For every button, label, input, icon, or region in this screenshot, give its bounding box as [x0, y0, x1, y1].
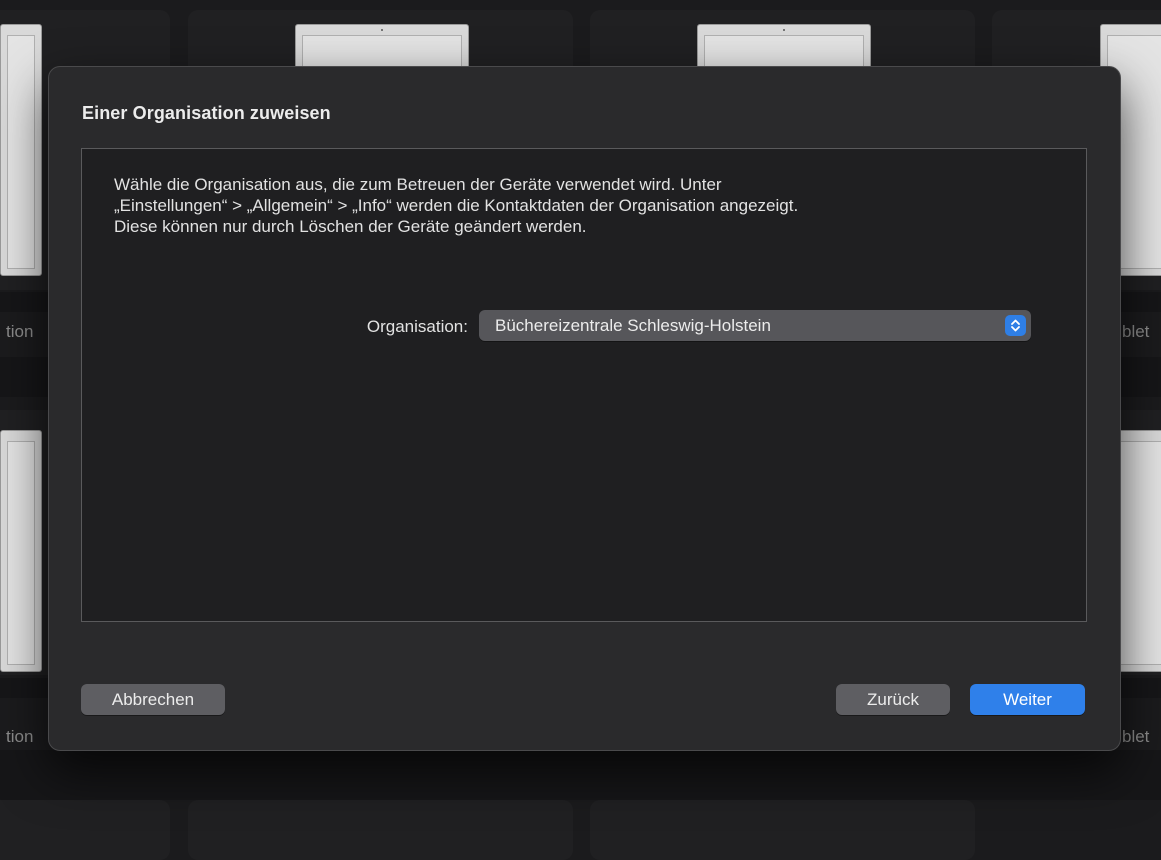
description-line: Diese können nur durch Löschen der Gerät…	[114, 217, 587, 236]
organisation-label: Organisation:	[366, 317, 468, 336]
dialog-description: Wähle die Organisation aus, die zum Betr…	[114, 174, 1074, 237]
bg-device-card	[590, 800, 975, 860]
assign-organisation-dialog: Einer Organisation zuweisen Wähle die Or…	[48, 66, 1121, 751]
description-line: „Einstellungen“ > „Allgemein“ > „Info“ w…	[114, 196, 799, 215]
bg-device-label: blet	[1122, 322, 1150, 341]
back-button[interactable]: Zurück	[836, 684, 950, 715]
organisation-select[interactable]: Büchereizentrale Schleswig-Holstein	[479, 310, 1031, 341]
bg-device-label: blet	[1122, 727, 1150, 746]
next-button[interactable]: Weiter	[970, 684, 1085, 715]
description-line: Wähle die Organisation aus, die zum Betr…	[114, 175, 722, 194]
bg-divider	[0, 750, 1161, 800]
dialog-title: Einer Organisation zuweisen	[82, 103, 331, 123]
bg-device-label: tion	[6, 322, 34, 341]
bg-device-card	[0, 800, 170, 860]
dialog-content-panel: Wähle die Organisation aus, die zum Betr…	[81, 148, 1087, 622]
bg-device-card	[188, 800, 573, 860]
organisation-select-value: Büchereizentrale Schleswig-Holstein	[495, 316, 771, 335]
chevron-up-down-icon[interactable]	[1005, 315, 1026, 336]
cancel-button[interactable]: Abbrechen	[81, 684, 225, 715]
bg-device-label: tion	[6, 727, 34, 746]
